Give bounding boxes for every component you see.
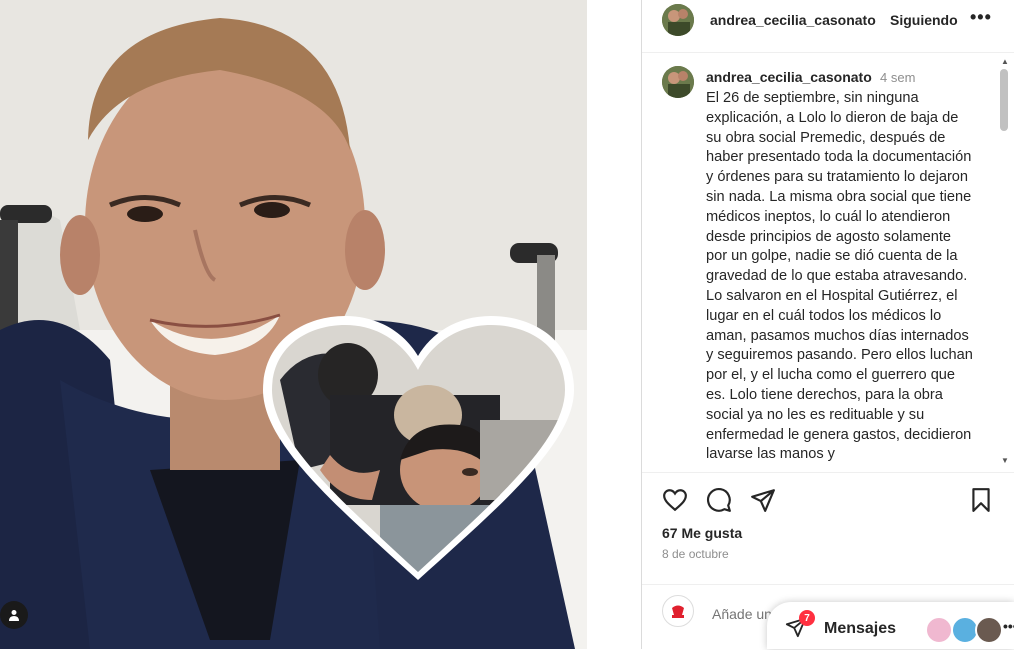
messages-more-button[interactable]: ••• — [1003, 618, 1014, 634]
scroll-up-icon[interactable]: ▲ — [1001, 57, 1009, 66]
bookmark-icon — [972, 488, 990, 512]
post-image — [0, 0, 587, 649]
share-button[interactable] — [750, 487, 778, 515]
more-options-button[interactable]: ••• — [970, 7, 992, 28]
comment-button[interactable] — [706, 487, 734, 515]
caption-avatar[interactable] — [662, 66, 694, 98]
messages-label[interactable]: Mensajes — [824, 620, 896, 638]
post-photo[interactable] — [0, 0, 587, 649]
current-user-avatar — [662, 595, 694, 627]
heart-icon — [663, 489, 687, 512]
post-side-panel: andrea_cecilia_casonato Siguiendo ••• an… — [641, 0, 1014, 649]
message-avatar[interactable] — [925, 616, 953, 644]
following-button[interactable]: Siguiendo — [890, 12, 958, 28]
save-button[interactable] — [968, 487, 996, 515]
post-header: andrea_cecilia_casonato Siguiendo ••• — [642, 0, 1014, 53]
likes-count[interactable]: 67 Me gusta — [662, 525, 742, 541]
caption-timestamp[interactable]: 4 sem — [880, 70, 915, 85]
scroll-down-icon[interactable]: ▼ — [1001, 456, 1009, 465]
caption-username[interactable]: andrea_cecilia_casonato — [706, 69, 872, 85]
author-username[interactable]: andrea_cecilia_casonato — [710, 12, 876, 28]
share-icon — [751, 489, 775, 512]
caption-scrollbar[interactable]: ▲ ▼ — [997, 53, 1013, 469]
caption-text: El 26 de septiembre, sin ninguna explica… — [706, 90, 973, 463]
comment-icon — [707, 488, 731, 512]
post-actions — [642, 472, 1014, 533]
caption-area: andrea_cecilia_casonato 4 sem El 26 de s… — [642, 53, 1014, 469]
scroll-thumb[interactable] — [1000, 69, 1008, 131]
user-tag-button[interactable] — [0, 601, 28, 629]
user-tag-icon — [9, 610, 19, 621]
messages-badge: 7 — [799, 610, 815, 626]
post-date[interactable]: 8 de octubre — [662, 547, 729, 561]
message-avatar[interactable] — [975, 616, 1003, 644]
author-avatar[interactable] — [662, 4, 694, 36]
like-button[interactable] — [662, 487, 690, 515]
messages-widget[interactable]: 7 Mensajes ••• — [767, 602, 1014, 649]
